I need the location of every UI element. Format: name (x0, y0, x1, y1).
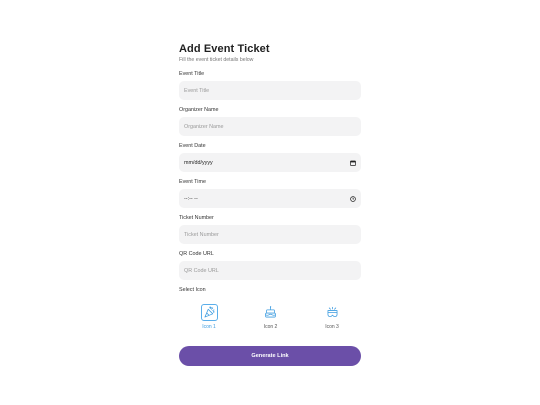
icon-option-2[interactable]: Icon 2 (261, 304, 281, 330)
event-title-input[interactable]: Event Title (179, 81, 361, 100)
cake-icon[interactable] (262, 304, 279, 321)
icon-picker: Icon 1 Icon 2 Icon 3 (179, 304, 361, 330)
event-title-placeholder: Event Title (184, 87, 210, 94)
qr-code-url-field: QR Code URL QR Code URL (179, 250, 361, 280)
event-title-label: Event Title (179, 71, 205, 77)
event-time-field: Event Time --:-- -- (179, 178, 361, 208)
organizer-name-field: Organizer Name Organizer Name (179, 106, 361, 136)
ticket-number-label: Ticket Number (179, 215, 214, 221)
event-time-value: --:-- -- (184, 195, 198, 202)
select-icon-label: Select Icon (179, 287, 206, 293)
icon-option-3-caption: Icon 3 (325, 324, 339, 330)
ticket-number-input[interactable]: Ticket Number (179, 225, 361, 244)
organizer-name-input[interactable]: Organizer Name (179, 117, 361, 136)
event-ticket-form: Add Event Ticket Fill the event ticket d… (179, 42, 361, 366)
organizer-name-label: Organizer Name (179, 107, 219, 113)
event-date-label: Event Date (179, 143, 206, 149)
event-title-field: Event Title Event Title (179, 70, 361, 100)
event-time-label: Event Time (179, 179, 206, 185)
event-time-input[interactable]: --:-- -- (179, 189, 361, 208)
ticket-number-field: Ticket Number Ticket Number (179, 214, 361, 244)
ticket-number-placeholder: Ticket Number (184, 231, 219, 238)
generate-link-button[interactable]: Generate Link (179, 346, 361, 366)
vr-headset-icon[interactable] (324, 304, 341, 321)
icon-option-1[interactable]: Icon 1 (199, 304, 219, 330)
event-date-value: mm/dd/yyyy (184, 159, 213, 166)
event-date-input[interactable]: mm/dd/yyyy (179, 153, 361, 172)
page-subtitle: Fill the event ticket details below (179, 57, 254, 63)
qr-code-url-input[interactable]: QR Code URL (179, 261, 361, 280)
icon-option-1-caption: Icon 1 (202, 324, 216, 330)
event-date-field: Event Date mm/dd/yyyy (179, 142, 361, 172)
page-title: Add Event Ticket (179, 43, 270, 55)
icon-option-3[interactable]: Icon 3 (322, 304, 342, 330)
party-popper-icon[interactable] (200, 304, 218, 321)
icon-option-2-caption: Icon 2 (263, 324, 278, 330)
calendar-icon[interactable] (350, 160, 356, 166)
organizer-name-placeholder: Organizer Name (184, 123, 224, 130)
qr-code-url-label: QR Code URL (179, 251, 214, 257)
clock-icon[interactable] (350, 195, 356, 202)
qr-code-url-placeholder: QR Code URL (184, 267, 219, 274)
